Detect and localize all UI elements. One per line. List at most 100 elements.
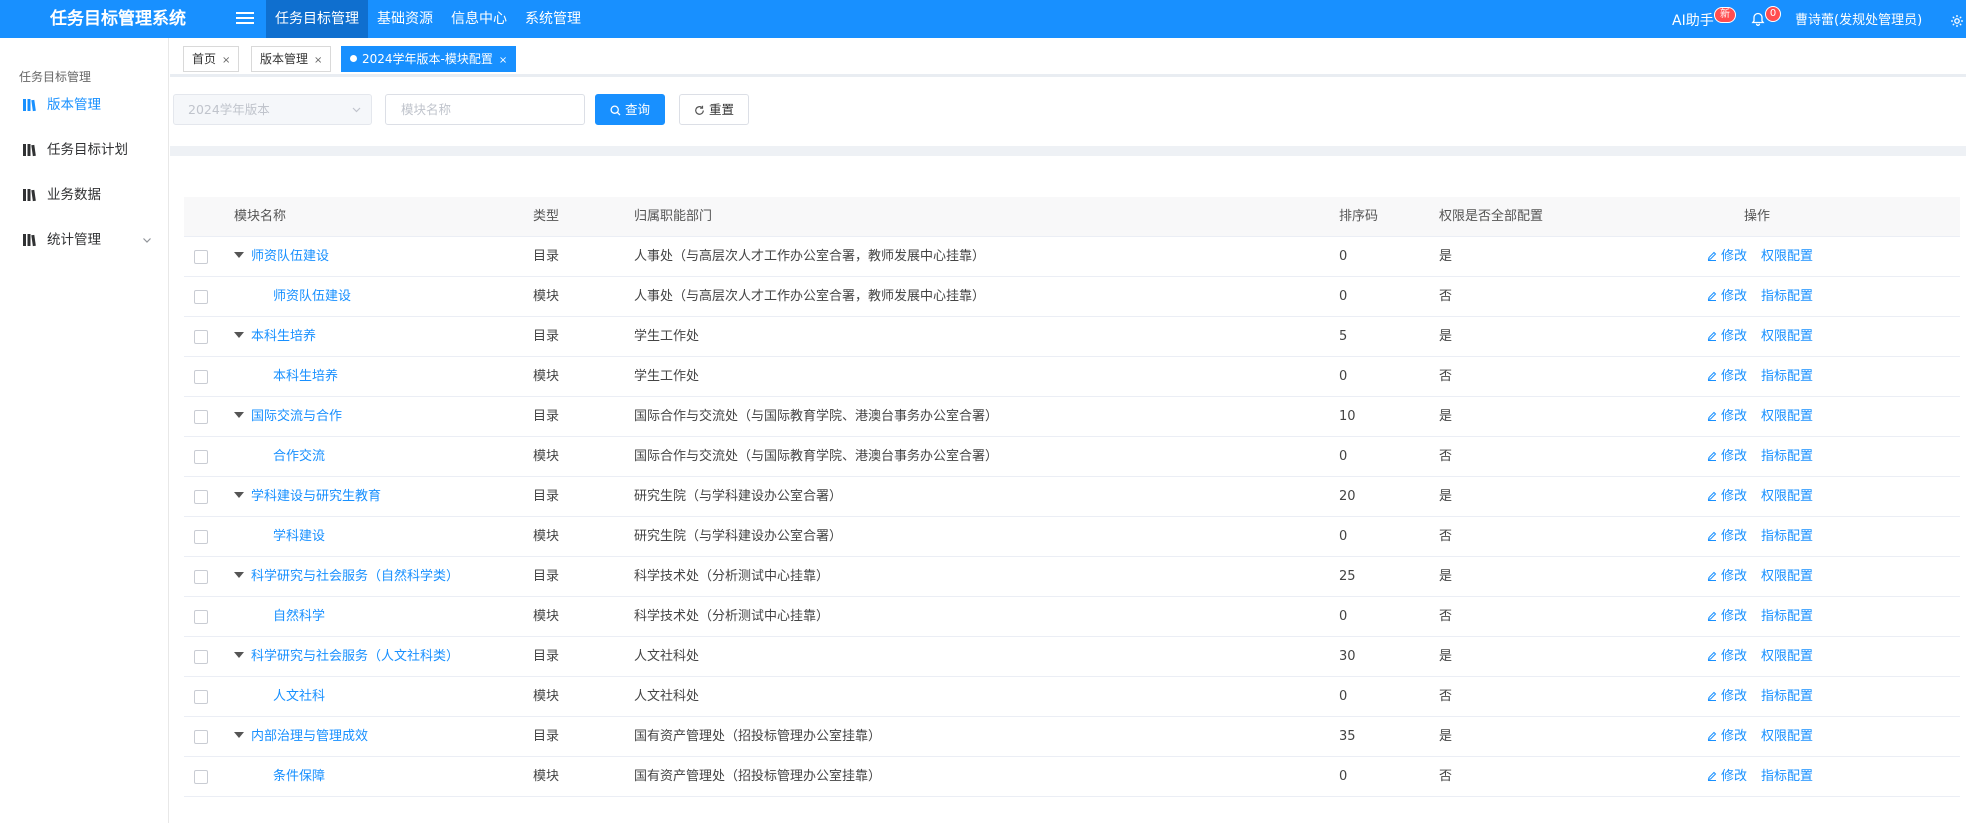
module-name-link[interactable]: 合作交流	[273, 437, 325, 477]
row-checkbox[interactable]	[194, 370, 208, 384]
edit-link[interactable]: 修改	[1707, 769, 1747, 784]
sidebar-item[interactable]: 版本管理	[22, 94, 152, 116]
module-name-link[interactable]: 师资队伍建设	[273, 277, 351, 317]
version-select[interactable]: 2024学年版本	[173, 94, 372, 125]
sidebar-item[interactable]: 统计管理	[22, 229, 152, 251]
edit-link[interactable]: 修改	[1707, 249, 1747, 264]
indicator-config-link[interactable]: 指标配置	[1761, 689, 1813, 704]
close-icon[interactable]: ×	[222, 55, 230, 66]
module-name-input[interactable]	[385, 94, 585, 125]
edit-link[interactable]: 修改	[1707, 329, 1747, 344]
tab-item[interactable]: 2024学年版本-模块配置 ×	[341, 46, 517, 72]
module-name-link[interactable]: 国际交流与合作	[234, 397, 342, 437]
edit-link[interactable]: 修改	[1707, 409, 1747, 424]
row-checkbox[interactable]	[194, 530, 208, 544]
permission-config-link[interactable]: 权限配置	[1761, 489, 1813, 504]
edit-link[interactable]: 修改	[1707, 369, 1747, 384]
bell-icon[interactable]	[1751, 12, 1765, 26]
close-icon[interactable]: ×	[314, 55, 322, 66]
permission-config-link[interactable]: 权限配置	[1761, 729, 1813, 744]
chevron-down-icon	[352, 107, 361, 113]
module-name-link[interactable]: 条件保障	[273, 757, 325, 797]
indicator-config-link[interactable]: 指标配置	[1761, 289, 1813, 304]
module-name: 学科建设与研究生教育	[251, 489, 382, 504]
permission-config-link[interactable]: 权限配置	[1761, 329, 1813, 344]
module-name-link[interactable]: 人文社科	[273, 677, 325, 717]
gear-icon[interactable]	[1950, 14, 1964, 28]
row-checkbox[interactable]	[194, 450, 208, 464]
topnav-item[interactable]: 基础资源	[368, 0, 442, 38]
indicator-config-link[interactable]: 指标配置	[1761, 449, 1813, 464]
module-name-link[interactable]: 本科生培养	[234, 317, 316, 357]
dept-cell: 学生工作处	[634, 329, 700, 344]
expand-arrow-icon[interactable]	[234, 252, 244, 258]
indicator-config-link[interactable]: 指标配置	[1761, 369, 1813, 384]
edit-link[interactable]: 修改	[1707, 729, 1747, 744]
expand-arrow-icon[interactable]	[234, 492, 244, 498]
topnav-item[interactable]: 任务目标管理	[266, 0, 368, 38]
permission-config-link[interactable]: 权限配置	[1761, 569, 1813, 584]
row-checkbox[interactable]	[194, 250, 208, 264]
topnav-item[interactable]: 系统管理	[516, 0, 590, 38]
edit-link[interactable]: 修改	[1707, 569, 1747, 584]
row-checkbox[interactable]	[194, 610, 208, 624]
reset-button[interactable]: 重置	[679, 94, 750, 125]
row-checkbox[interactable]	[194, 330, 208, 344]
row-checkbox[interactable]	[194, 690, 208, 704]
expand-arrow-icon[interactable]	[234, 332, 244, 338]
user-name[interactable]: 曹诗蕾(发规处管理员)	[1795, 0, 1922, 42]
indicator-config-link[interactable]: 指标配置	[1761, 769, 1813, 784]
row-checkbox[interactable]	[194, 570, 208, 584]
permission-config-link[interactable]: 权限配置	[1761, 409, 1813, 424]
module-name-link[interactable]: 本科生培养	[273, 357, 338, 397]
tab-item[interactable]: 首页 ×	[183, 46, 240, 72]
permission-config-link[interactable]: 权限配置	[1761, 249, 1813, 264]
type-cell: 目录	[533, 409, 560, 424]
type-cell: 模块	[533, 609, 560, 624]
edit-link[interactable]: 修改	[1707, 649, 1747, 664]
module-name-link[interactable]: 学科建设与研究生教育	[234, 477, 381, 517]
row-checkbox[interactable]	[194, 770, 208, 784]
menu-toggle-icon[interactable]	[236, 12, 254, 26]
sidebar-item[interactable]: 任务目标计划	[22, 139, 152, 161]
edit-label: 修改	[1721, 489, 1748, 504]
module-name-link[interactable]: 科学研究与社会服务（自然科学类）	[234, 557, 459, 597]
row-checkbox[interactable]	[194, 290, 208, 304]
edit-label: 修改	[1721, 329, 1748, 344]
edit-link[interactable]: 修改	[1707, 609, 1747, 624]
permission-cell: 否	[1439, 369, 1453, 384]
topnav-item[interactable]: 信息中心	[442, 0, 516, 38]
indicator-config-link[interactable]: 指标配置	[1761, 529, 1813, 544]
row-checkbox[interactable]	[194, 650, 208, 664]
ai-assistant-button[interactable]: AI助手 新	[1672, 0, 1736, 42]
permission-cell: 否	[1439, 769, 1453, 784]
expand-arrow-icon[interactable]	[234, 652, 244, 658]
expand-arrow-icon[interactable]	[234, 572, 244, 578]
sidebar: 任务目标管理 版本管理 任务目标计划 业务数据 统计管理	[0, 38, 169, 823]
edit-link[interactable]: 修改	[1707, 489, 1747, 504]
sidebar-item[interactable]: 业务数据	[22, 184, 152, 206]
edit-link[interactable]: 修改	[1707, 289, 1747, 304]
table-row: 科学研究与社会服务（人文社科类） 目录 人文社科处 30 是 修改 权限配置	[184, 637, 1960, 677]
edit-link[interactable]: 修改	[1707, 449, 1747, 464]
indicator-config-link[interactable]: 指标配置	[1761, 609, 1813, 624]
expand-arrow-icon[interactable]	[234, 412, 244, 418]
module-name-link[interactable]: 内部治理与管理成效	[234, 717, 368, 757]
tab-item[interactable]: 版本管理 ×	[251, 46, 332, 72]
sort-cell: 30	[1339, 649, 1356, 664]
edit-link[interactable]: 修改	[1707, 689, 1747, 704]
edit-link[interactable]: 修改	[1707, 529, 1747, 544]
actions-cell: 修改 指标配置	[1707, 517, 1827, 557]
module-name-link[interactable]: 师资队伍建设	[234, 237, 329, 277]
column-header-permission: 权限是否全部配置	[1439, 209, 1544, 224]
permission-config-link[interactable]: 权限配置	[1761, 649, 1813, 664]
row-checkbox[interactable]	[194, 410, 208, 424]
module-name-link[interactable]: 学科建设	[273, 517, 325, 557]
row-checkbox[interactable]	[194, 490, 208, 504]
row-checkbox[interactable]	[194, 730, 208, 744]
expand-arrow-icon[interactable]	[234, 732, 244, 738]
module-name-link[interactable]: 科学研究与社会服务（人文社科类）	[234, 637, 459, 677]
module-name-link[interactable]: 自然科学	[273, 597, 325, 637]
close-icon[interactable]: ×	[499, 55, 507, 66]
query-button[interactable]: 查询	[595, 94, 666, 125]
